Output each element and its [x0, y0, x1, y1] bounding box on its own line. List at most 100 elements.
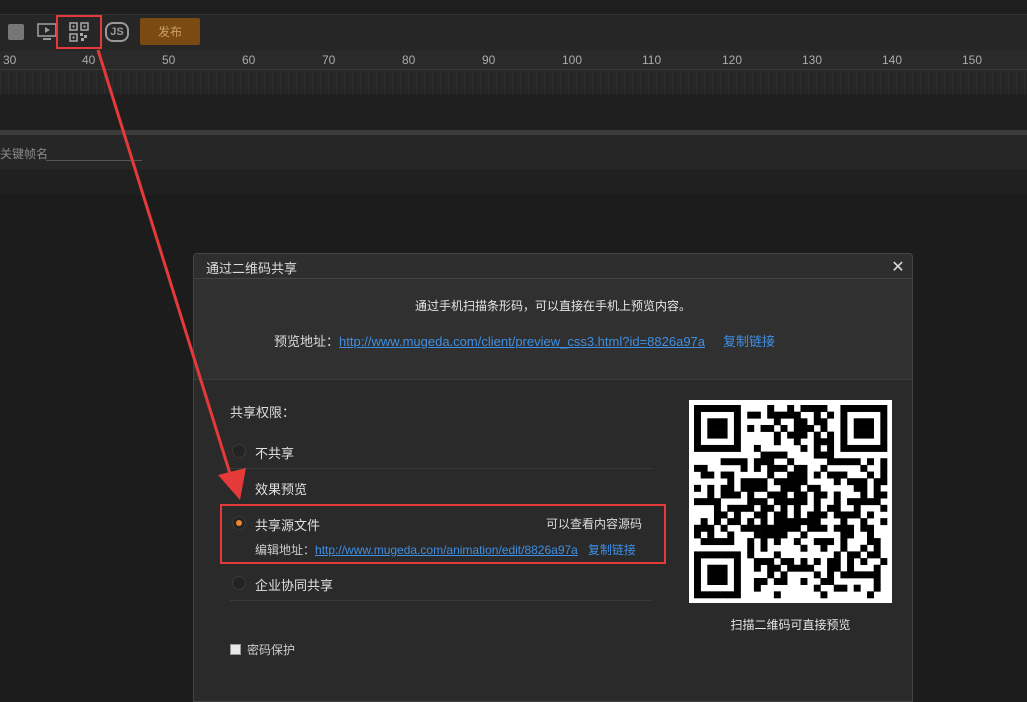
option-enterprise-share[interactable]: 企业协同共享: [230, 565, 652, 601]
qr-module: [720, 484, 728, 492]
qr-module: [733, 558, 741, 566]
qr-module: [820, 451, 828, 459]
qr-module: [713, 444, 721, 452]
preview-url-link[interactable]: http://www.mugeda.com/client/preview_css…: [339, 334, 705, 349]
qr-module: [733, 571, 741, 579]
qr-module: [707, 578, 715, 585]
option-no-share[interactable]: 不共享: [230, 433, 652, 469]
dialog-preview-section: 通过手机扫描条形码，可以直接在手机上预览内容。 预览地址：http://www.…: [194, 279, 912, 380]
qr-module: [840, 411, 848, 419]
qr-module: [880, 518, 888, 526]
radio-no-share[interactable]: [232, 444, 246, 458]
qr-module: [753, 484, 761, 492]
qr-module: [773, 478, 781, 486]
qr-module: [853, 418, 861, 426]
ruler-tick: 50: [162, 53, 176, 67]
qr-module: [860, 424, 868, 432]
qr-module: [733, 591, 741, 599]
qr-module: [700, 498, 708, 506]
preview-button[interactable]: [36, 20, 58, 44]
qr-module: [880, 444, 888, 452]
qr-module: [767, 464, 775, 472]
qr-module: [733, 431, 741, 439]
qr-module: [700, 551, 708, 559]
qr-module: [833, 511, 841, 519]
qr-module: [707, 444, 715, 452]
qr-module: [780, 484, 788, 492]
qr-module: [780, 424, 788, 432]
password-checkbox[interactable]: [230, 644, 241, 655]
qr-module: [694, 564, 701, 572]
qr-module: [793, 418, 801, 426]
qr-module: [767, 411, 775, 419]
qr-module: [867, 538, 874, 546]
qr-module: [753, 444, 761, 452]
qr-module: [727, 444, 735, 452]
preview-copy-link[interactable]: 复制链接: [723, 335, 775, 350]
keyframe-name-label: 关键帧名: [0, 147, 49, 161]
qr-module: [873, 484, 881, 492]
qr-module: [793, 491, 801, 499]
qr-module: [747, 518, 755, 526]
qr-module: [727, 405, 735, 412]
qr-module: [700, 444, 708, 452]
keyframe-name-input[interactable]: [46, 160, 142, 161]
password-label: 密码保护: [247, 643, 296, 657]
publish-button[interactable]: 发布: [140, 18, 200, 45]
qr-module: [767, 458, 775, 466]
qr-module: [707, 551, 715, 559]
qr-module: [793, 438, 801, 446]
qr-module: [873, 538, 881, 546]
password-protect-row[interactable]: 密码保护: [230, 641, 295, 658]
toolbar: JS 发布: [0, 15, 1027, 51]
qr-module: [767, 491, 775, 499]
qr-module: [713, 578, 721, 585]
timeline-ruler[interactable]: 30 40 50 60 70 80 90 100 110 120 130 140…: [0, 51, 1027, 70]
qr-module: [707, 498, 715, 506]
qr-module: [873, 571, 881, 579]
qr-module: [727, 504, 735, 512]
qr-module: [767, 531, 775, 539]
qr-module: [840, 418, 848, 426]
qr-module: [873, 478, 881, 486]
qr-module: [700, 471, 708, 479]
qr-module: [713, 424, 721, 432]
option-label: 企业协同共享: [255, 579, 334, 594]
qr-module: [820, 538, 828, 546]
js-button[interactable]: JS: [104, 20, 130, 44]
qr-module: [860, 431, 868, 439]
qr-module: [847, 564, 855, 572]
qr-module: [773, 591, 781, 599]
qr-module: [700, 518, 708, 526]
property-panel-strip: [0, 169, 1027, 195]
qr-module: [833, 491, 841, 499]
close-icon[interactable]: ✕: [888, 256, 908, 276]
timeline-track[interactable]: [0, 70, 1027, 94]
qr-module: [720, 591, 728, 599]
stop-button[interactable]: [6, 20, 26, 44]
qr-module: [733, 518, 741, 526]
qr-module: [840, 444, 848, 452]
qr-module: [760, 511, 768, 519]
qr-module: [727, 471, 735, 479]
keyframe-name-row: 关键帧名: [0, 135, 1027, 169]
qr-module: [707, 418, 715, 426]
qr-module: [873, 544, 881, 552]
qr-module: [707, 491, 715, 499]
qr-module: [733, 504, 741, 512]
qr-module: [873, 584, 881, 592]
radio-enterprise-share[interactable]: [232, 576, 246, 590]
qr-module: [753, 531, 761, 539]
qr-module: [780, 464, 788, 472]
qr-module: [694, 531, 701, 539]
qr-module: [694, 558, 701, 566]
option-preview-only[interactable]: 效果预览: [230, 469, 652, 504]
qr-module: [880, 464, 888, 472]
qr-module: [753, 478, 761, 486]
qr-module: [787, 564, 795, 572]
qr-module: [780, 411, 788, 419]
qr-module: [760, 424, 768, 432]
qr-module: [853, 571, 861, 579]
qr-module: [740, 504, 748, 512]
qr-module: [867, 405, 874, 412]
